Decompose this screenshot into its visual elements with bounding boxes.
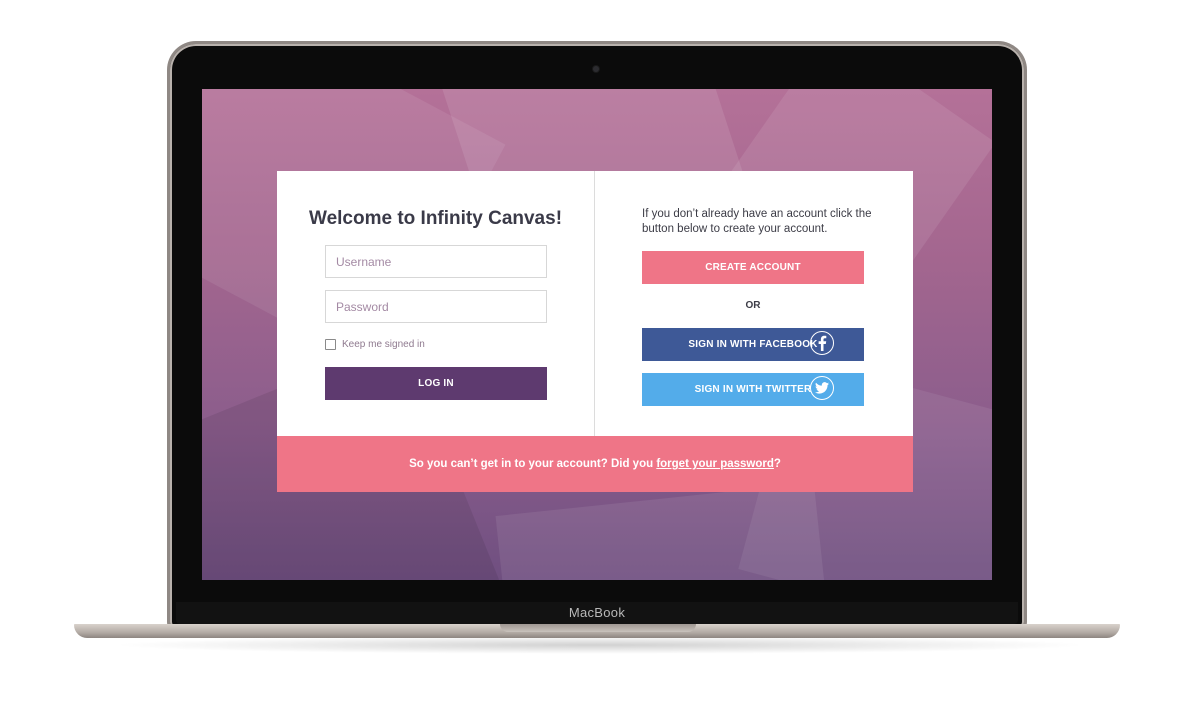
twitter-icon: [810, 376, 834, 400]
keep-signed-in-option[interactable]: Keep me signed in: [325, 339, 425, 350]
username-input[interactable]: [325, 245, 547, 278]
signup-info-text: If you don’t already have an account cli…: [642, 208, 872, 235]
login-section: Welcome to Infinity Canvas! Keep me sign…: [277, 171, 595, 436]
forgot-password-banner: So you can’t get in to your account? Did…: [277, 436, 913, 492]
screen: Welcome to Infinity Canvas! Keep me sign…: [202, 89, 992, 580]
auth-panel: Welcome to Infinity Canvas! Keep me sign…: [277, 171, 913, 436]
signup-section: If you don’t already have an account cli…: [595, 171, 913, 436]
laptop-shadow: [110, 636, 1090, 654]
forgot-password-text: So you can’t get in to your account? Did…: [409, 458, 657, 470]
forgot-password-link[interactable]: forget your password: [656, 458, 774, 470]
background-shape: [495, 482, 829, 580]
or-divider: OR: [745, 300, 761, 311]
keep-signed-in-checkbox[interactable]: [325, 339, 336, 350]
facebook-signin-button[interactable]: SIGN IN WITH FACEBOOK: [642, 328, 864, 361]
facebook-icon: [810, 331, 834, 355]
facebook-signin-label: SIGN IN WITH FACEBOOK: [688, 339, 818, 350]
twitter-signin-label: SIGN IN WITH TWITTER: [694, 384, 812, 395]
laptop-chin: MacBook: [176, 602, 1018, 624]
twitter-signin-button[interactable]: SIGN IN WITH TWITTER: [642, 373, 864, 406]
password-input[interactable]: [325, 290, 547, 323]
keep-signed-in-label: Keep me signed in: [342, 339, 425, 350]
device-brand: MacBook: [568, 605, 626, 620]
create-account-button[interactable]: CREATE ACCOUNT: [642, 251, 864, 284]
laptop-base: [74, 624, 1120, 638]
login-button[interactable]: LOG IN: [325, 367, 547, 400]
laptop-notch: [500, 624, 696, 632]
page-title: Welcome to Infinity Canvas!: [308, 208, 563, 229]
forgot-password-suffix: ?: [773, 458, 781, 470]
camera-icon: [593, 66, 599, 72]
